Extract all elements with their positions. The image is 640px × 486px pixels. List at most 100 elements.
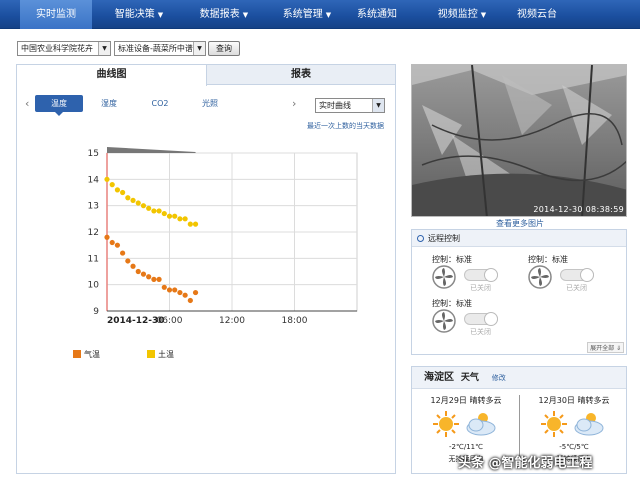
data-point [135,200,141,206]
chevron-right-icon[interactable]: › [292,97,296,110]
panel-tabs: 曲线图 报表 [17,65,395,86]
sunny-to-cloudy-icon [541,411,604,437]
control-item: 控制：标准 已关闭 [528,254,608,298]
tab-curve-chart[interactable]: 曲线图 [17,65,207,86]
x-tick-label: 06:00 [157,316,183,326]
data-point [130,263,136,269]
legend-swatch [147,350,155,358]
data-point [109,182,115,188]
data-point [151,208,157,214]
chevron-left-icon[interactable]: ‹ [25,97,29,110]
y-tick-label: 12 [88,228,99,238]
data-point [182,216,188,222]
subtab-co2[interactable]: CO2 [137,95,183,112]
data-point [114,187,121,193]
legend-item-soil-temp[interactable]: 土温 [147,349,174,360]
location-select[interactable]: 中国农业科学院花卉 ▼ [17,41,111,56]
data-point [130,197,136,203]
nav-item-video-ptz[interactable]: 视频云台 [510,0,564,29]
chevron-down-icon: ▼ [193,42,205,55]
fan-icon [528,265,552,289]
navigator-area [107,147,196,153]
camera-snapshot[interactable]: 2014-12-30 08:38:59 [411,64,627,217]
device-select[interactable]: 标准设备-蔬菜所中谱 ▼ [114,41,206,56]
data-point [120,189,126,196]
data-point [125,258,131,264]
data-point [104,176,110,182]
data-point [104,234,110,240]
data-point [166,287,173,293]
fan-icon [432,265,456,289]
data-point [166,213,173,219]
chevron-down-icon: ▼ [157,11,164,19]
temperature-line-chart: 91011121314152014-12-3006:00 12:00 18:00 [88,147,358,326]
chevron-down-icon: ▼ [242,11,249,19]
y-tick-label: 13 [88,202,99,212]
data-point [182,292,188,298]
tab-report[interactable]: 报表 [207,65,395,85]
toggle-knob [484,312,498,326]
data-point [187,297,193,304]
data-point [187,221,193,227]
data-point [151,276,157,282]
y-tick-label: 10 [88,281,100,291]
chevron-down-icon: ▼ [98,42,110,55]
weather-header: 海淀区 天气 修改 [412,367,626,389]
remote-control-panel: 远程控制 控制：标准 已关闭 控制：标准 已关闭 控制：标准 已关闭 展开全部 … [411,229,627,355]
weather-title: 天气 [460,373,479,383]
data-point [146,274,152,280]
data-point [192,221,199,227]
nav-item-system-management[interactable]: 系统管理 ▼ [266,0,348,29]
nav-item-realtime-monitoring[interactable]: 实时监测 [20,0,92,29]
y-tick-label: 9 [93,307,99,317]
data-point [114,242,121,248]
chevron-down-icon: ▼ [480,11,487,19]
circle-icon [417,235,424,242]
data-point [161,284,167,290]
camera-timestamp: 2014-12-30 08:38:59 [533,205,624,214]
data-point [140,203,147,209]
nav-item-smart-decision[interactable]: 智能决策 ▼ [100,0,178,29]
data-point [156,208,162,214]
chevron-down-icon: ▼ [372,99,384,112]
data-point [140,271,147,277]
data-point [146,205,152,211]
watermark: 头条 @智能化弱电工程 [458,456,593,471]
x-tick-label: 18:00 [282,316,308,326]
data-point [161,210,167,217]
data-point [135,268,141,275]
nav-item-data-reports[interactable]: 数据报表 ▼ [182,0,266,29]
y-tick-label: 15 [88,149,99,159]
weather-edit-link[interactable]: 修改 [492,374,506,382]
data-point [125,195,131,201]
control-item: 控制：标准 已关闭 [432,298,512,342]
data-point [109,239,115,246]
query-button[interactable]: 查询 [208,41,240,56]
control-toggle[interactable] [464,312,498,326]
more-pictures-link[interactable]: 查看更多图片 [496,218,544,229]
legend-swatch [73,350,81,358]
curve-mode-select[interactable]: 实时曲线 ▼ [315,98,385,113]
nav-item-system-notice[interactable]: 系统通知 [350,0,404,29]
subtab-temperature[interactable]: 温度 [35,95,83,116]
top-nav: 实时监测 智能决策 ▼ 数据报表 ▼ 系统管理 ▼ 系统通知 视频监控 ▼ 视频云台 [0,0,640,29]
subtab-light[interactable]: 光照 [187,95,233,112]
legend-item-air-temp[interactable]: 气温 [73,349,100,360]
control-toggle[interactable] [560,268,594,282]
toggle-knob [580,268,594,282]
chevron-down-icon: ▼ [325,11,332,19]
nav-item-video-monitoring[interactable]: 视频监控 ▼ [426,0,498,29]
chart-panel: 曲线图 报表 ‹ 温度 湿度 CO2 光照 › 实时曲线 ▼ 最近一次上数的当天… [16,64,396,474]
control-toggle[interactable] [464,268,498,282]
latest-data-link[interactable]: 最近一次上数的当天数据 [307,121,384,131]
expand-all-button[interactable]: 展开全部 ⇓ [587,342,624,353]
data-point [172,213,178,219]
toggle-knob [484,268,498,282]
weather-district: 海淀区 [424,372,454,383]
data-point [120,250,126,256]
data-point [192,289,199,296]
subtab-humidity[interactable]: 湿度 [87,95,131,112]
fan-icon [432,309,456,333]
y-tick-label: 11 [88,254,99,264]
y-tick-label: 14 [88,175,100,185]
